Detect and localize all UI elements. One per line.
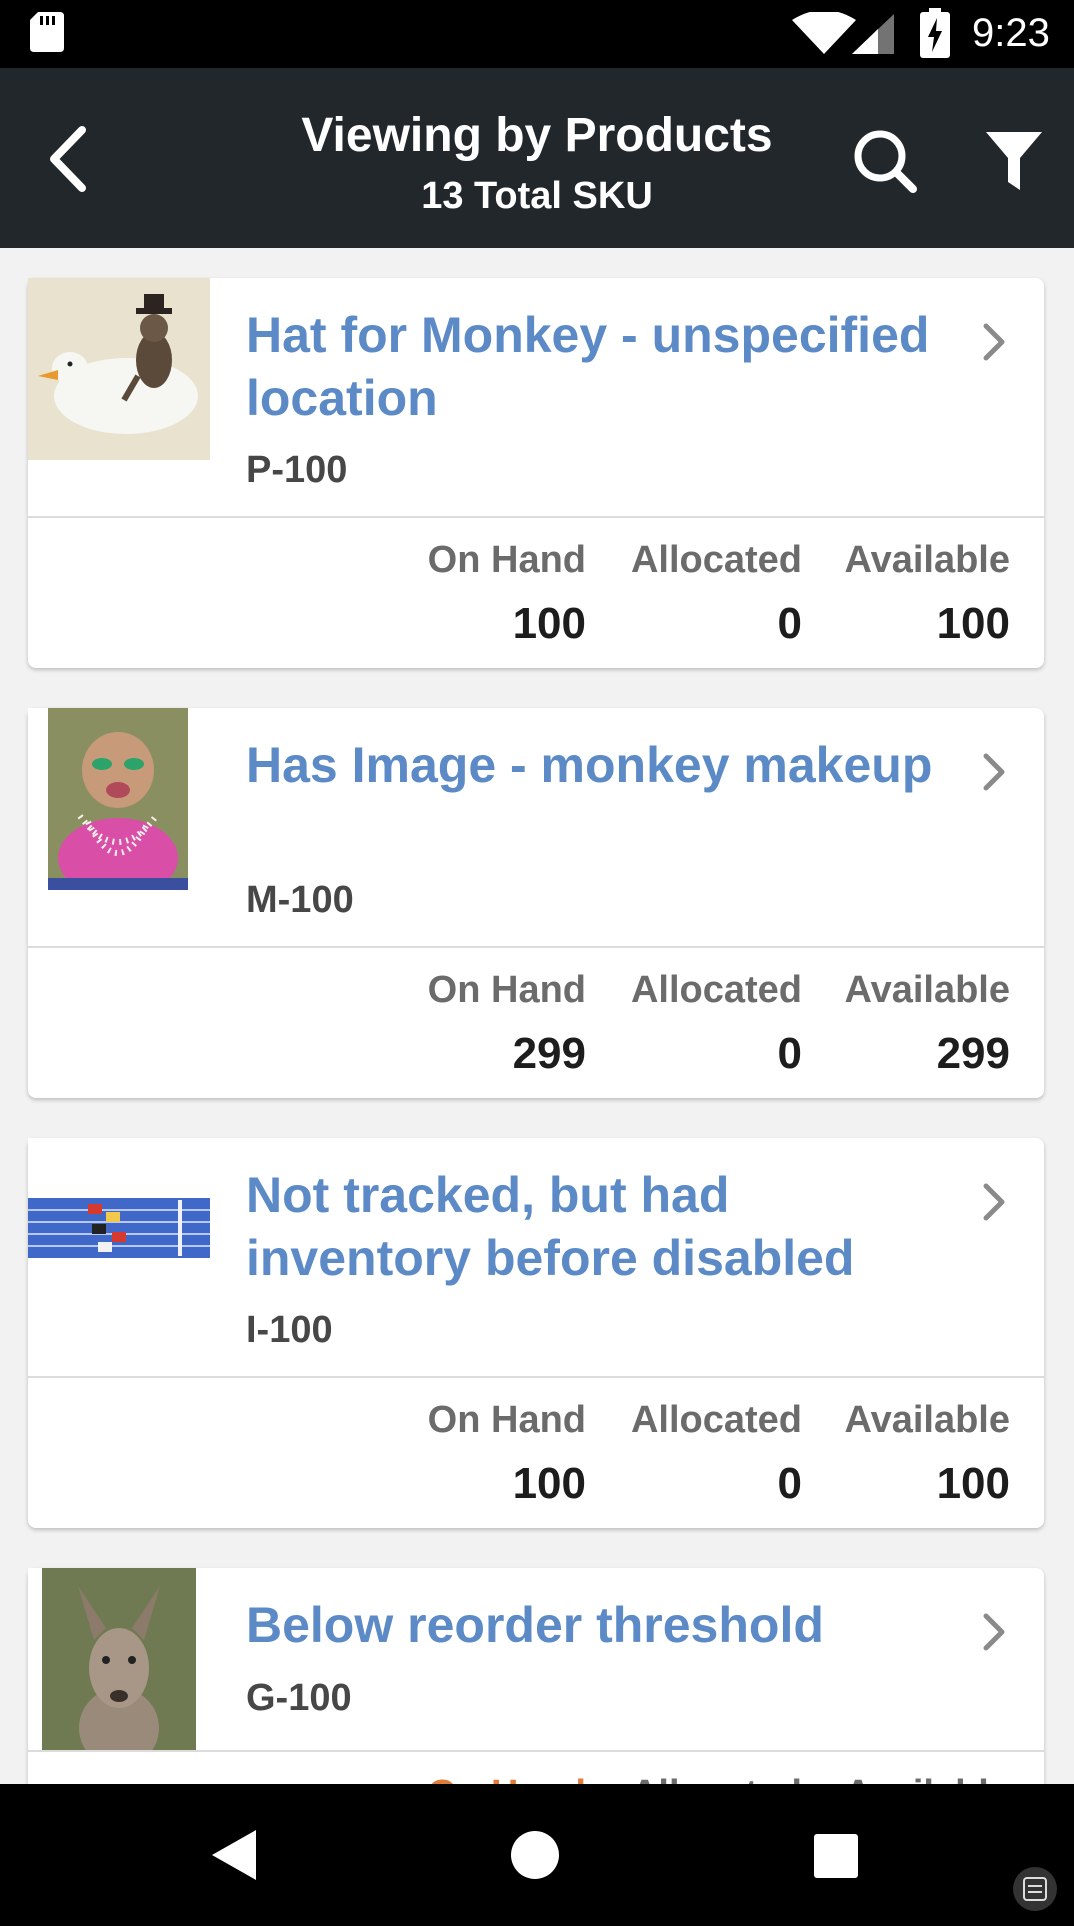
product-sku: P-100 bbox=[246, 449, 348, 491]
available-value: 100 bbox=[936, 599, 1010, 648]
available-label: Available bbox=[844, 1399, 1010, 1441]
nav-recents-icon[interactable] bbox=[814, 1834, 858, 1878]
chevron-right-icon[interactable] bbox=[980, 750, 1008, 794]
stock-stats: On Hand 299 Allocated 0 Available 299 bbox=[28, 948, 1044, 1098]
allocated-value: 0 bbox=[777, 599, 802, 648]
on-hand-stat: On Hand 299 bbox=[428, 968, 586, 1080]
on-hand-value: 100 bbox=[512, 1459, 586, 1508]
battery-charging-icon bbox=[920, 8, 950, 58]
on-hand-value: 299 bbox=[512, 1029, 586, 1078]
stock-stats: On Hand 100 Allocated 0 Available 100 bbox=[28, 1378, 1044, 1528]
nav-home-icon[interactable] bbox=[510, 1830, 560, 1880]
product-sku: I-100 bbox=[246, 1309, 333, 1351]
allocated-label: Allocated bbox=[630, 539, 802, 581]
allocated-value: 0 bbox=[777, 1029, 802, 1078]
search-icon[interactable] bbox=[852, 128, 918, 194]
chevron-right-icon[interactable] bbox=[980, 320, 1008, 364]
sd-card-icon bbox=[30, 12, 64, 52]
app-bar: Viewing by Products 13 Total SKU bbox=[0, 68, 1074, 248]
available-stat: Available 100 bbox=[845, 538, 1010, 650]
allocated-value: 0 bbox=[777, 1459, 802, 1508]
on-hand-value: 100 bbox=[512, 599, 586, 648]
product-card[interactable]: Hat for Monkey - unspecified location P-… bbox=[28, 278, 1044, 668]
on-hand-label: On Hand bbox=[428, 1772, 586, 1784]
available-stat: Available 299 bbox=[845, 968, 1010, 1080]
allocated-stat: Allocated 0 bbox=[631, 1398, 802, 1510]
product-name[interactable]: Hat for Monkey - unspecified location bbox=[246, 304, 966, 430]
on-hand-label: On Hand bbox=[427, 539, 586, 581]
available-value: 100 bbox=[936, 1459, 1010, 1508]
product-card[interactable]: Not tracked, but had inventory before di… bbox=[28, 1138, 1044, 1528]
stock-stats: On Hand 100 Allocated 0 Available 100 bbox=[28, 518, 1044, 668]
product-name[interactable]: Not tracked, but had inventory before di… bbox=[246, 1164, 966, 1290]
available-label: Available bbox=[845, 1772, 1010, 1784]
stock-stats: On Hand Allocated Available bbox=[28, 1752, 1044, 1784]
product-thumbnail bbox=[28, 708, 210, 890]
product-name[interactable]: Below reorder threshold bbox=[246, 1594, 966, 1657]
available-value: 299 bbox=[936, 1029, 1010, 1078]
nav-back-icon[interactable] bbox=[210, 1828, 258, 1882]
allocated-stat: Allocated bbox=[631, 1772, 802, 1784]
product-thumbnail bbox=[28, 1138, 210, 1320]
product-thumbnail bbox=[28, 278, 210, 460]
kangaroo-image bbox=[28, 1568, 210, 1750]
status-bar: 9:23 bbox=[0, 0, 1074, 68]
allocated-stat: Allocated 0 bbox=[631, 538, 802, 650]
product-sku: M-100 bbox=[246, 879, 354, 921]
available-stat: Available 100 bbox=[845, 1398, 1010, 1510]
available-label: Available bbox=[844, 539, 1010, 581]
monkey-with-makeup-image bbox=[28, 708, 210, 890]
on-hand-stat: On Hand 100 bbox=[428, 1398, 586, 1510]
product-list: Hat for Monkey - unspecified location P-… bbox=[0, 248, 1074, 1784]
screenshot-icon[interactable] bbox=[1012, 1866, 1058, 1912]
on-hand-label: On Hand bbox=[427, 969, 586, 1011]
allocated-stat: Allocated 0 bbox=[631, 968, 802, 1080]
product-thumbnail bbox=[28, 1568, 210, 1750]
allocated-label: Allocated bbox=[630, 969, 802, 1011]
chevron-right-icon[interactable] bbox=[980, 1180, 1008, 1224]
available-stat: Available bbox=[845, 1772, 1010, 1784]
allocated-label: Allocated bbox=[631, 1772, 802, 1784]
on-hand-label: On Hand bbox=[427, 1399, 586, 1441]
product-name[interactable]: Has Image - monkey makeup bbox=[246, 734, 966, 797]
on-hand-stat: On Hand 100 bbox=[428, 538, 586, 650]
allocated-label: Allocated bbox=[630, 1399, 802, 1441]
product-sku: G-100 bbox=[246, 1677, 352, 1719]
available-label: Available bbox=[844, 969, 1010, 1011]
cell-signal-icon bbox=[852, 14, 894, 54]
monkey-riding-duck-image bbox=[28, 278, 210, 460]
product-card[interactable]: Below reorder threshold G-100 On Hand Al… bbox=[28, 1568, 1044, 1784]
filter-icon[interactable] bbox=[984, 128, 1044, 194]
runners-on-track-image bbox=[28, 1138, 210, 1320]
wifi-icon bbox=[792, 12, 856, 54]
product-card[interactable]: Has Image - monkey makeup M-100 On Hand … bbox=[28, 708, 1044, 1098]
status-time: 9:23 bbox=[972, 11, 1050, 55]
system-nav-bar bbox=[0, 1784, 1074, 1926]
chevron-right-icon[interactable] bbox=[980, 1610, 1008, 1654]
on-hand-stat: On Hand bbox=[428, 1772, 586, 1784]
